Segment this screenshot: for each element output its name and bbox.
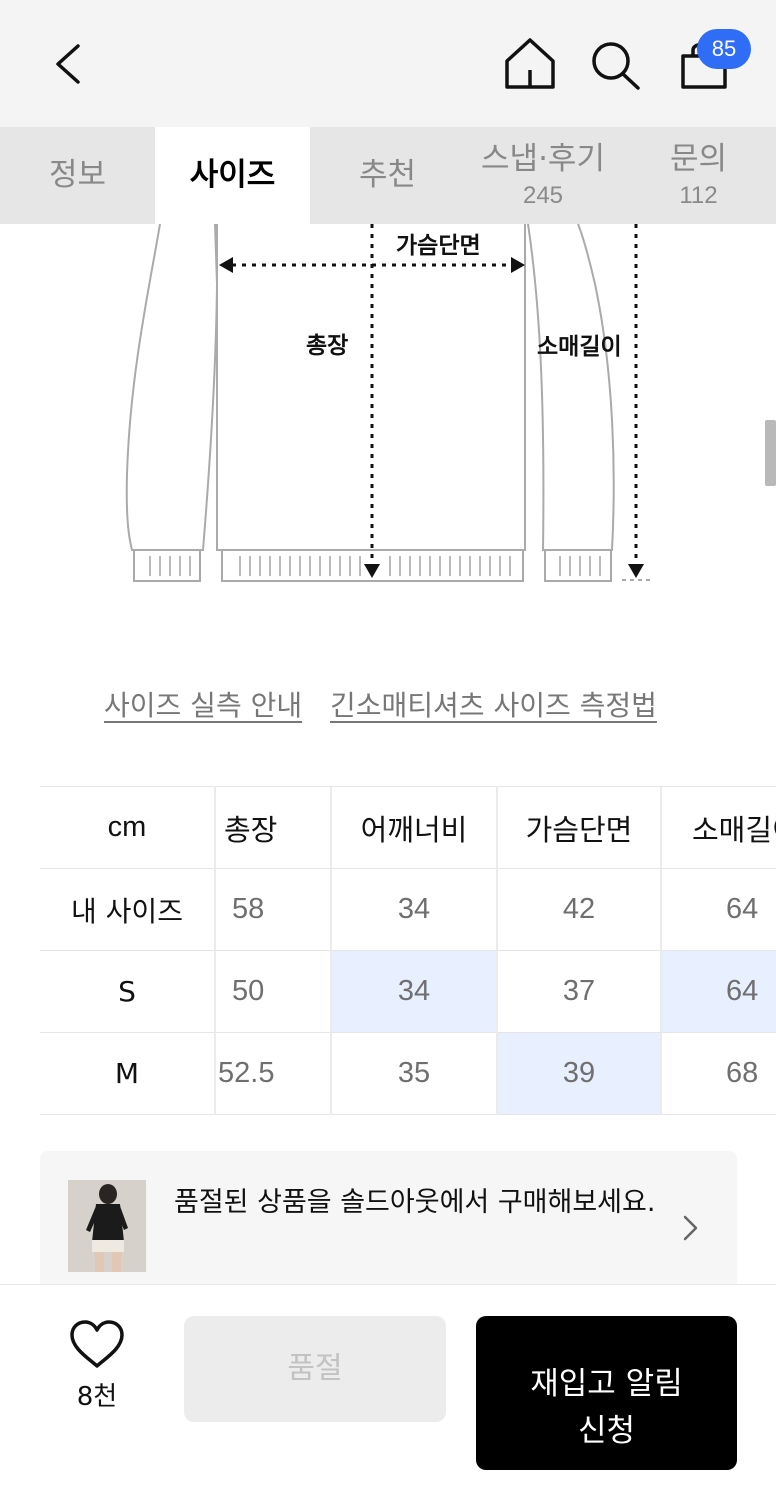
back-button[interactable] [44, 36, 94, 92]
chest-width-label: 가슴단면 [396, 233, 481, 259]
tab-count: 112 [679, 182, 718, 209]
soldout-marketplace-banner[interactable]: 품절된 상품을 솔드아웃에서 구매해보세요. [40, 1151, 737, 1284]
sleeve-length-label: 소매길이 [537, 334, 622, 360]
tab-label: 스냅·후기 [481, 141, 605, 177]
tab-recommend[interactable]: 추천 [310, 127, 465, 224]
table-cell: 50 [215, 950, 332, 1033]
table-row: S 50 34 37 64 [40, 950, 776, 1033]
row-label: 내 사이즈 [40, 868, 216, 951]
top-bar: 85 [0, 0, 776, 127]
like-count: 8천 [76, 1382, 118, 1412]
table-row: M 52.5 35 39 68 [40, 1032, 776, 1115]
row-label: M [40, 1032, 216, 1115]
home-button[interactable] [500, 34, 560, 94]
scrollbar-thumb[interactable] [765, 420, 776, 486]
button-label-line1: 재입고 알림 [530, 1366, 683, 1402]
column-header: 총장 [215, 786, 332, 869]
column-header: cm [40, 786, 216, 869]
heart-icon [70, 1320, 124, 1368]
row-label: S [40, 950, 216, 1033]
product-thumbnail [68, 1180, 146, 1272]
measure-method-link[interactable]: 긴소매티셔츠 사이즈 측정법 [330, 684, 657, 724]
size-guide-links: 사이즈 실측 안내 긴소매티셔츠 사이즈 측정법 [0, 684, 776, 728]
cart-count-badge: 85 [697, 29, 751, 69]
size-measure-guide-link[interactable]: 사이즈 실측 안내 [104, 684, 302, 724]
tab-snap-review[interactable]: 스냅·후기 245 [465, 127, 621, 224]
search-button[interactable] [586, 34, 646, 94]
tab-label: 추천 [358, 157, 417, 193]
table-cell: 52.5 [215, 1032, 332, 1115]
table-cell: 37 [497, 950, 662, 1033]
restock-notify-button[interactable]: 재입고 알림 신청 [476, 1316, 737, 1470]
search-icon [592, 42, 640, 90]
product-tabs: 정보 사이즈 추천 스냅·후기 245 문의 112 [0, 127, 776, 224]
table-cell: 35 [331, 1032, 498, 1115]
like-button[interactable]: 8천 [58, 1318, 136, 1418]
tab-info[interactable]: 정보 [0, 127, 155, 224]
total-length-label: 총장 [306, 333, 349, 359]
chevron-right-icon [683, 1215, 698, 1241]
size-diagram: 가슴단면 총장 소매길이 [0, 223, 776, 604]
column-header: 소매길이 [661, 786, 776, 869]
table-header-row: cm 총장 어깨너비 가슴단면 소매길이 [40, 786, 776, 869]
table-cell: 34 [331, 950, 498, 1033]
column-header: 어깨너비 [331, 786, 498, 869]
size-table: cm 총장 어깨너비 가슴단면 소매길이 내 사이즈 58 34 42 64 S… [40, 786, 776, 1117]
tab-inquiry[interactable]: 문의 112 [621, 127, 776, 224]
button-label-line2: 신청 [577, 1413, 636, 1449]
chevron-left-icon [56, 44, 80, 84]
model-photo-image [68, 1180, 146, 1272]
table-cell: 64 [661, 950, 776, 1033]
table-cell: 68 [661, 1032, 776, 1115]
tab-size[interactable]: 사이즈 [155, 127, 310, 224]
table-cell: 64 [661, 868, 776, 951]
table-cell: 42 [497, 868, 662, 951]
column-header: 가슴단면 [497, 786, 662, 869]
table-row: 내 사이즈 58 34 42 64 [40, 868, 776, 951]
banner-text: 품절된 상품을 솔드아웃에서 구매해보세요. [174, 1187, 656, 1218]
table-cell: 39 [497, 1032, 662, 1115]
sweatshirt-outline-illustration [125, 223, 652, 582]
tab-label: 정보 [48, 157, 107, 193]
tab-label: 문의 [669, 141, 728, 177]
table-cell: 34 [331, 868, 498, 951]
tab-label: 사이즈 [189, 157, 276, 193]
home-icon [505, 38, 555, 89]
soldout-button[interactable]: 품절 [184, 1316, 446, 1422]
table-cell: 58 [215, 868, 332, 951]
tab-count: 245 [522, 182, 564, 209]
